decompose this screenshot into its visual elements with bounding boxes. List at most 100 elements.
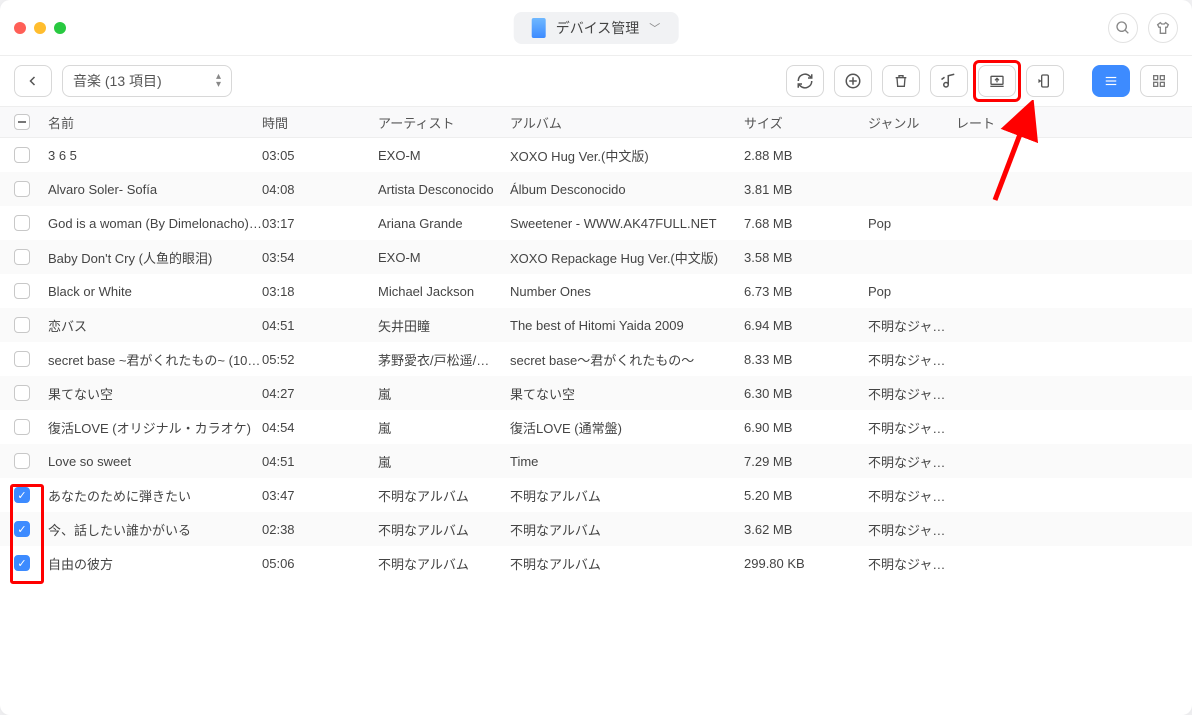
category-select[interactable]: 音楽 (13 項目) ▴▾ bbox=[62, 65, 232, 97]
cell-size: 6.30 MB bbox=[744, 386, 868, 401]
cell-name: 果てない空 bbox=[44, 384, 262, 403]
cell-artist: 不明なアルバム bbox=[378, 486, 510, 505]
cell-genre: 不明なジャ… bbox=[868, 486, 956, 505]
row-checkbox[interactable] bbox=[14, 419, 30, 435]
row-checkbox[interactable] bbox=[14, 283, 30, 299]
minimize-window-button[interactable] bbox=[34, 22, 46, 34]
cell-size: 6.90 MB bbox=[744, 420, 868, 435]
back-button[interactable] bbox=[14, 65, 52, 97]
table-body: 3 6 503:05EXO-MXOXO Hug Ver.(中文版)2.88 MB… bbox=[0, 138, 1192, 580]
cell-name: Love so sweet bbox=[44, 454, 262, 469]
col-album-header[interactable]: アルバム bbox=[510, 113, 744, 132]
to-device-button[interactable] bbox=[1026, 65, 1064, 97]
cell-size: 5.20 MB bbox=[744, 488, 868, 503]
cell-album: Time bbox=[510, 454, 744, 469]
cell-artist: Michael Jackson bbox=[378, 284, 510, 299]
cell-artist: 嵐 bbox=[378, 418, 510, 437]
cell-time: 04:51 bbox=[262, 454, 378, 469]
cell-artist: 嵐 bbox=[378, 384, 510, 403]
shirt-icon-button[interactable] bbox=[1148, 13, 1178, 43]
cell-genre: 不明なジャ… bbox=[868, 520, 956, 539]
col-artist-header[interactable]: アーティスト bbox=[378, 113, 510, 132]
add-button[interactable] bbox=[834, 65, 872, 97]
cell-time: 04:08 bbox=[262, 182, 378, 197]
cell-album: 不明なアルバム bbox=[510, 520, 744, 539]
cell-genre: Pop bbox=[868, 284, 956, 299]
col-name-header[interactable]: 名前 bbox=[44, 113, 262, 132]
maximize-window-button[interactable] bbox=[54, 22, 66, 34]
table-row[interactable]: 恋バス04:51矢井田瞳The best of Hitomi Yaida 200… bbox=[0, 308, 1192, 342]
row-checkbox[interactable] bbox=[14, 215, 30, 231]
cell-album: 不明なアルバム bbox=[510, 486, 744, 505]
table-row[interactable]: 3 6 503:05EXO-MXOXO Hug Ver.(中文版)2.88 MB bbox=[0, 138, 1192, 172]
cell-album: 果てない空 bbox=[510, 384, 744, 403]
row-checkbox[interactable]: ✓ bbox=[14, 521, 30, 537]
cell-name: 今、話したい誰かがいる bbox=[44, 520, 262, 539]
table-row[interactable]: ✓自由の彼方05:06不明なアルバム不明なアルバム299.80 KB不明なジャ… bbox=[0, 546, 1192, 580]
cell-album: secret base〜君がくれたもの〜 bbox=[510, 350, 744, 369]
toolbar: 音楽 (13 項目) ▴▾ bbox=[0, 56, 1192, 106]
table-row[interactable]: ✓今、話したい誰かがいる02:38不明なアルバム不明なアルバム3.62 MB不明… bbox=[0, 512, 1192, 546]
row-checkbox[interactable] bbox=[14, 385, 30, 401]
cell-album: 不明なアルバム bbox=[510, 554, 744, 573]
cell-album: XOXO Repackage Hug Ver.(中文版) bbox=[510, 248, 744, 267]
select-all-checkbox[interactable] bbox=[14, 114, 30, 130]
col-rate-header[interactable]: レート bbox=[956, 113, 1026, 132]
cell-album: Number Ones bbox=[510, 284, 744, 299]
table-row[interactable]: 復活LOVE (オリジナル・カラオケ)04:54嵐復活LOVE (通常盤)6.9… bbox=[0, 410, 1192, 444]
cell-time: 04:51 bbox=[262, 318, 378, 333]
table-row[interactable]: ✓あなたのために弾きたい03:47不明なアルバム不明なアルバム5.20 MB不明… bbox=[0, 478, 1192, 512]
row-checkbox[interactable] bbox=[14, 147, 30, 163]
phone-icon bbox=[532, 18, 546, 38]
cell-time: 05:06 bbox=[262, 556, 378, 571]
cell-genre: 不明なジャ… bbox=[868, 384, 956, 403]
refresh-button[interactable] bbox=[786, 65, 824, 97]
table-row[interactable]: secret base ~君がくれたもの~ (10 y…05:52茅野愛衣/戸松… bbox=[0, 342, 1192, 376]
cell-artist: EXO-M bbox=[378, 250, 510, 265]
cell-genre: 不明なジャ… bbox=[868, 554, 956, 573]
delete-button[interactable] bbox=[882, 65, 920, 97]
close-window-button[interactable] bbox=[14, 22, 26, 34]
cell-album: Álbum Desconocido bbox=[510, 182, 744, 197]
cell-artist: 不明なアルバム bbox=[378, 520, 510, 539]
category-label: 音楽 (13 項目) bbox=[73, 71, 162, 91]
chevron-down-icon: ﹀ bbox=[649, 20, 660, 36]
cell-time: 03:47 bbox=[262, 488, 378, 503]
search-button[interactable] bbox=[1108, 13, 1138, 43]
row-checkbox[interactable]: ✓ bbox=[14, 555, 30, 571]
table-row[interactable]: Alvaro Soler- Sofía04:08Artista Desconoc… bbox=[0, 172, 1192, 206]
row-checkbox[interactable] bbox=[14, 249, 30, 265]
cell-artist: Artista Desconocido bbox=[378, 182, 510, 197]
table-row[interactable]: Black or White03:18Michael JacksonNumber… bbox=[0, 274, 1192, 308]
cell-time: 04:27 bbox=[262, 386, 378, 401]
col-genre-header[interactable]: ジャンル bbox=[868, 113, 956, 132]
cell-time: 05:52 bbox=[262, 352, 378, 367]
cell-size: 7.68 MB bbox=[744, 216, 868, 231]
col-size-header[interactable]: サイズ bbox=[744, 113, 868, 132]
cell-artist: 不明なアルバム bbox=[378, 554, 510, 573]
to-mac-button[interactable] bbox=[978, 65, 1016, 97]
cell-size: 7.29 MB bbox=[744, 454, 868, 469]
cell-time: 03:54 bbox=[262, 250, 378, 265]
list-view-button[interactable] bbox=[1092, 65, 1130, 97]
cell-time: 03:05 bbox=[262, 148, 378, 163]
col-time-header[interactable]: 時間 bbox=[262, 113, 378, 132]
cell-name: 3 6 5 bbox=[44, 148, 262, 163]
table-row[interactable]: 果てない空04:27嵐果てない空6.30 MB不明なジャ… bbox=[0, 376, 1192, 410]
table-row[interactable]: Baby Don't Cry (人鱼的眼泪)03:54EXO-MXOXO Rep… bbox=[0, 240, 1192, 274]
row-checkbox[interactable] bbox=[14, 351, 30, 367]
row-checkbox[interactable] bbox=[14, 453, 30, 469]
grid-view-button[interactable] bbox=[1140, 65, 1178, 97]
row-checkbox[interactable] bbox=[14, 181, 30, 197]
table-row[interactable]: God is a woman (By Dimelonacho) (W…03:17… bbox=[0, 206, 1192, 240]
cell-size: 2.88 MB bbox=[744, 148, 868, 163]
cell-artist: 茅野愛衣/戸松遥/… bbox=[378, 350, 510, 369]
device-manager-dropdown[interactable]: デバイス管理 ﹀ bbox=[514, 12, 679, 44]
cell-size: 3.58 MB bbox=[744, 250, 868, 265]
cell-name: 恋バス bbox=[44, 316, 262, 335]
row-checkbox[interactable]: ✓ bbox=[14, 487, 30, 503]
to-itunes-button[interactable] bbox=[930, 65, 968, 97]
table-row[interactable]: Love so sweet04:51嵐Time7.29 MB不明なジャ… bbox=[0, 444, 1192, 478]
cell-artist: EXO-M bbox=[378, 148, 510, 163]
row-checkbox[interactable] bbox=[14, 317, 30, 333]
